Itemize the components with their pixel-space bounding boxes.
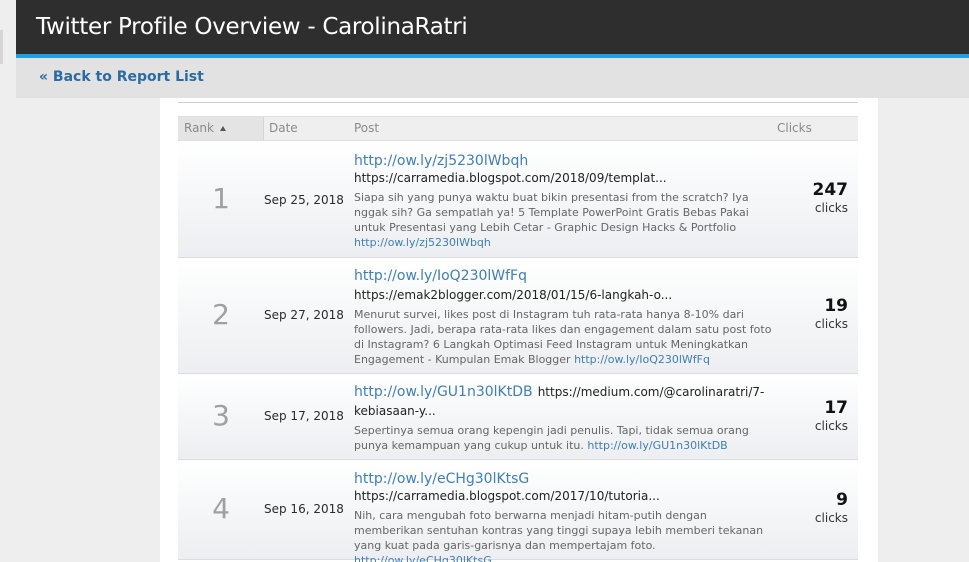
clicks-label: clicks <box>814 317 848 331</box>
column-header-post[interactable]: Post <box>354 117 379 140</box>
table-row: 1 Sep 25, 2018 http://ow.ly/zj5230lWbqh … <box>178 142 858 258</box>
row-clicks: 247 clicks <box>813 180 849 216</box>
post-short-link[interactable]: http://ow.ly/IoQ230lWfFq <box>354 268 527 284</box>
back-to-report-list-link[interactable]: « Back to Report List <box>39 69 204 85</box>
row-rank: 2 <box>212 298 230 331</box>
table-header: Rank Date Post Clicks <box>178 116 858 141</box>
row-clicks: 17 clicks <box>815 398 848 434</box>
row-date: Sep 25, 2018 <box>264 193 344 207</box>
post-long-url: https://carramedia.blogspot.com/2018/09/… <box>354 171 667 185</box>
post-description: Siapa sih yang punya waktu buat bikin pr… <box>354 190 772 250</box>
window-edge <box>0 30 3 64</box>
post-long-url: https://emak2blogger.com/2018/01/15/6-la… <box>354 288 673 302</box>
clicks-label: clicks <box>814 419 848 433</box>
row-post: http://ow.ly/zj5230lWbqh https://carrame… <box>354 150 772 250</box>
page-title: Twitter Profile Overview - CarolinaRatri <box>36 14 468 40</box>
column-header-clicks[interactable]: Clicks <box>777 117 812 140</box>
clicks-count: 247 <box>812 180 849 200</box>
post-description: Nih, cara mengubah foto berwarna menjadi… <box>354 508 772 562</box>
report-panel: Rank Date Post Clicks 1 Sep 25, 2018 htt… <box>160 98 878 562</box>
panel-divider <box>178 102 858 103</box>
table-row: 4 Sep 16, 2018 http://ow.ly/eCHg30lKtsG … <box>178 460 858 562</box>
row-clicks: 19 clicks <box>815 296 848 332</box>
post-short-link[interactable]: http://ow.ly/GU1n30lKtDB <box>354 384 533 400</box>
clicks-count: 17 <box>824 398 848 418</box>
post-description-link[interactable]: http://ow.ly/zj5230lWbqh <box>354 236 491 249</box>
clicks-count: 9 <box>836 490 848 510</box>
clicks-count: 19 <box>824 296 848 316</box>
row-rank: 4 <box>212 492 230 525</box>
table-row: 2 Sep 27, 2018 http://ow.ly/IoQ230lWfFq … <box>178 258 858 374</box>
row-date: Sep 17, 2018 <box>264 409 344 423</box>
column-header-rank[interactable]: Rank <box>178 117 264 140</box>
post-description-link[interactable]: http://ow.ly/GU1n30lKtDB <box>587 439 727 452</box>
column-header-rank-label: Rank <box>184 121 214 135</box>
column-header-date[interactable]: Date <box>264 117 298 140</box>
row-date: Sep 27, 2018 <box>264 308 344 322</box>
post-long-url: https://carramedia.blogspot.com/2017/10/… <box>354 489 660 503</box>
row-rank: 1 <box>212 182 230 215</box>
post-description: Menurut survei, likes post di Instagram … <box>354 307 772 367</box>
table-row: 3 Sep 17, 2018 http://ow.ly/GU1n30lKtDB … <box>178 374 858 460</box>
sort-ascending-icon <box>219 126 226 131</box>
post-description-link[interactable]: http://ow.ly/IoQ230lWfFq <box>574 353 710 366</box>
row-post: http://ow.ly/GU1n30lKtDB https://medium.… <box>354 382 772 453</box>
row-date: Sep 16, 2018 <box>264 502 344 516</box>
clicks-label: clicks <box>814 511 848 525</box>
subnav-bar: « Back to Report List <box>16 58 969 98</box>
row-post: http://ow.ly/IoQ230lWfFq https://emak2bl… <box>354 266 772 367</box>
row-rank: 3 <box>212 399 230 432</box>
post-description-text: Nih, cara mengubah foto berwarna menjadi… <box>354 509 764 552</box>
row-post: http://ow.ly/eCHg30lKtsG https://carrame… <box>354 468 772 562</box>
post-description-text: Siapa sih yang punya waktu buat bikin pr… <box>354 191 749 234</box>
post-short-link[interactable]: http://ow.ly/zj5230lWbqh <box>354 153 528 169</box>
post-description: Sepertinya semua orang kepengin jadi pen… <box>354 423 772 453</box>
clicks-label: clicks <box>814 201 848 215</box>
post-description-link[interactable]: http://ow.ly/eCHg30lKtsG <box>354 554 492 562</box>
header-bar: Twitter Profile Overview - CarolinaRatri <box>16 0 969 54</box>
post-short-link[interactable]: http://ow.ly/eCHg30lKtsG <box>354 471 529 487</box>
row-clicks: 9 clicks <box>815 490 848 526</box>
